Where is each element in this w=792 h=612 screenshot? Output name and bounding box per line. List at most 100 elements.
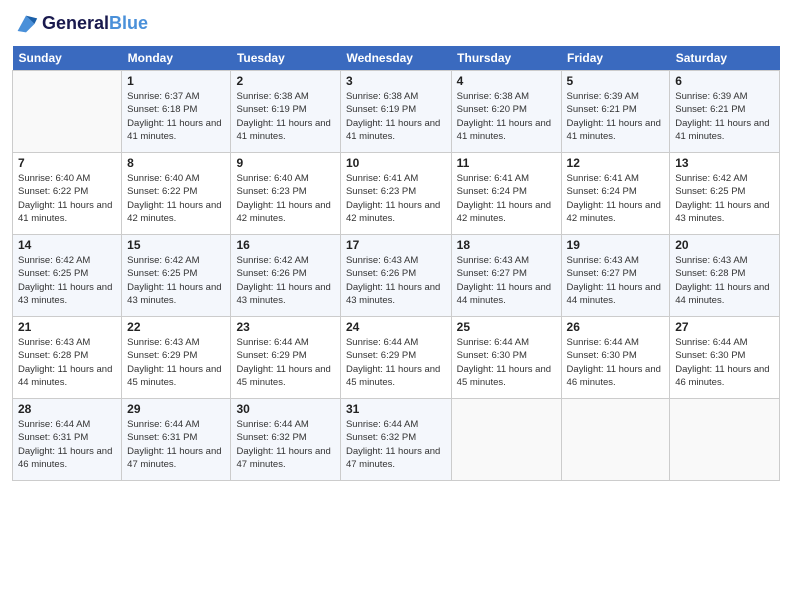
day-number: 5 bbox=[567, 74, 665, 88]
day-info: Sunrise: 6:44 AMSunset: 6:30 PMDaylight:… bbox=[457, 336, 556, 389]
day-info: Sunrise: 6:44 AMSunset: 6:32 PMDaylight:… bbox=[236, 418, 334, 471]
calendar-cell: 19 Sunrise: 6:43 AMSunset: 6:27 PMDayligh… bbox=[561, 235, 670, 317]
calendar-cell: 4 Sunrise: 6:38 AMSunset: 6:20 PMDaylight… bbox=[451, 71, 561, 153]
day-header-saturday: Saturday bbox=[670, 46, 780, 71]
day-info: Sunrise: 6:38 AMSunset: 6:19 PMDaylight:… bbox=[236, 90, 334, 143]
calendar-cell: 2 Sunrise: 6:38 AMSunset: 6:19 PMDaylight… bbox=[231, 71, 340, 153]
calendar-cell: 24 Sunrise: 6:44 AMSunset: 6:29 PMDayligh… bbox=[340, 317, 451, 399]
calendar-cell: 12 Sunrise: 6:41 AMSunset: 6:24 PMDayligh… bbox=[561, 153, 670, 235]
week-row-1: 1 Sunrise: 6:37 AMSunset: 6:18 PMDaylight… bbox=[13, 71, 780, 153]
day-number: 4 bbox=[457, 74, 556, 88]
day-info: Sunrise: 6:43 AMSunset: 6:26 PMDaylight:… bbox=[346, 254, 446, 307]
calendar-cell bbox=[451, 399, 561, 481]
logo: GeneralBlue bbox=[12, 10, 148, 38]
day-number: 16 bbox=[236, 238, 334, 252]
calendar-cell: 1 Sunrise: 6:37 AMSunset: 6:18 PMDaylight… bbox=[122, 71, 231, 153]
day-number: 22 bbox=[127, 320, 225, 334]
day-number: 2 bbox=[236, 74, 334, 88]
day-info: Sunrise: 6:38 AMSunset: 6:20 PMDaylight:… bbox=[457, 90, 556, 143]
calendar-cell: 11 Sunrise: 6:41 AMSunset: 6:24 PMDayligh… bbox=[451, 153, 561, 235]
day-info: Sunrise: 6:43 AMSunset: 6:29 PMDaylight:… bbox=[127, 336, 225, 389]
day-info: Sunrise: 6:44 AMSunset: 6:29 PMDaylight:… bbox=[346, 336, 446, 389]
calendar-cell: 28Sunrise: 6:44 AMSunset: 6:31 PMDayligh… bbox=[13, 399, 122, 481]
day-info: Sunrise: 6:44 AMSunset: 6:29 PMDaylight:… bbox=[236, 336, 334, 389]
day-number: 9 bbox=[236, 156, 334, 170]
day-info: Sunrise: 6:40 AMSunset: 6:22 PMDaylight:… bbox=[18, 172, 116, 225]
calendar-cell bbox=[670, 399, 780, 481]
day-info: Sunrise: 6:42 AMSunset: 6:25 PMDaylight:… bbox=[18, 254, 116, 307]
week-row-4: 21 Sunrise: 6:43 AMSunset: 6:28 PMDayligh… bbox=[13, 317, 780, 399]
day-number: 17 bbox=[346, 238, 446, 252]
calendar-cell: 21 Sunrise: 6:43 AMSunset: 6:28 PMDayligh… bbox=[13, 317, 122, 399]
day-info: Sunrise: 6:44 AMSunset: 6:31 PMDaylight:… bbox=[127, 418, 225, 471]
day-info: Sunrise: 6:43 AMSunset: 6:28 PMDaylight:… bbox=[18, 336, 116, 389]
page-container: GeneralBlue SundayMondayTuesdayWednesday… bbox=[0, 0, 792, 491]
day-info: Sunrise: 6:44 AMSunset: 6:30 PMDaylight:… bbox=[675, 336, 774, 389]
day-info: Sunrise: 6:41 AMSunset: 6:23 PMDaylight:… bbox=[346, 172, 446, 225]
day-info: Sunrise: 6:42 AMSunset: 6:25 PMDaylight:… bbox=[675, 172, 774, 225]
day-number: 10 bbox=[346, 156, 446, 170]
day-header-tuesday: Tuesday bbox=[231, 46, 340, 71]
day-info: Sunrise: 6:39 AMSunset: 6:21 PMDaylight:… bbox=[675, 90, 774, 143]
week-row-3: 14 Sunrise: 6:42 AMSunset: 6:25 PMDayligh… bbox=[13, 235, 780, 317]
day-info: Sunrise: 6:41 AMSunset: 6:24 PMDaylight:… bbox=[567, 172, 665, 225]
day-info: Sunrise: 6:43 AMSunset: 6:27 PMDaylight:… bbox=[457, 254, 556, 307]
calendar-cell: 30 Sunrise: 6:44 AMSunset: 6:32 PMDayligh… bbox=[231, 399, 340, 481]
day-number: 19 bbox=[567, 238, 665, 252]
day-number: 26 bbox=[567, 320, 665, 334]
day-number: 20 bbox=[675, 238, 774, 252]
calendar-cell: 20 Sunrise: 6:43 AMSunset: 6:28 PMDayligh… bbox=[670, 235, 780, 317]
day-info: Sunrise: 6:44 AMSunset: 6:32 PMDaylight:… bbox=[346, 418, 446, 471]
day-header-friday: Friday bbox=[561, 46, 670, 71]
day-number: 13 bbox=[675, 156, 774, 170]
week-row-2: 7Sunrise: 6:40 AMSunset: 6:22 PMDaylight… bbox=[13, 153, 780, 235]
logo-text: GeneralBlue bbox=[42, 14, 148, 34]
calendar-cell: 10 Sunrise: 6:41 AMSunset: 6:23 PMDayligh… bbox=[340, 153, 451, 235]
calendar-cell: 3Sunrise: 6:38 AMSunset: 6:19 PMDaylight… bbox=[340, 71, 451, 153]
day-number: 18 bbox=[457, 238, 556, 252]
day-number: 14 bbox=[18, 238, 116, 252]
day-header-monday: Monday bbox=[122, 46, 231, 71]
week-row-5: 28 Sunrise: 6:44 AMSunset: 6:31 PMDayligh… bbox=[13, 399, 780, 481]
day-number: 15 bbox=[127, 238, 225, 252]
day-number: 1 bbox=[127, 74, 225, 88]
calendar-cell: 27 Sunrise: 6:44 AMSunset: 6:30 PMDayligh… bbox=[670, 317, 780, 399]
calendar-cell: 13 Sunrise: 6:42 AMSunset: 6:25 PMDayligh… bbox=[670, 153, 780, 235]
day-info: Sunrise: 6:37 AMSunset: 6:18 PMDaylight:… bbox=[127, 90, 225, 143]
day-number: 30 bbox=[236, 402, 334, 416]
calendar-cell bbox=[13, 71, 122, 153]
page-header: GeneralBlue bbox=[12, 10, 780, 38]
calendar-cell: 17 Sunrise: 6:43 AMSunset: 6:26 PMDayligh… bbox=[340, 235, 451, 317]
logo-icon bbox=[12, 10, 40, 38]
calendar-cell: 29Sunrise: 6:44 AMSunset: 6:31 PMDayligh… bbox=[122, 399, 231, 481]
day-info: Sunrise: 6:43 AMSunset: 6:27 PMDaylight:… bbox=[567, 254, 665, 307]
calendar-cell: 15 Sunrise: 6:42 AMSunset: 6:25 PMDayligh… bbox=[122, 235, 231, 317]
day-info: Sunrise: 6:43 AMSunset: 6:28 PMDaylight:… bbox=[675, 254, 774, 307]
day-number: 24 bbox=[346, 320, 446, 334]
calendar-cell bbox=[561, 399, 670, 481]
calendar-cell: 25 Sunrise: 6:44 AMSunset: 6:30 PMDayligh… bbox=[451, 317, 561, 399]
calendar-cell: 16 Sunrise: 6:42 AMSunset: 6:26 PMDayligh… bbox=[231, 235, 340, 317]
day-info: Sunrise: 6:42 AMSunset: 6:26 PMDaylight:… bbox=[236, 254, 334, 307]
day-number: 21 bbox=[18, 320, 116, 334]
day-header-thursday: Thursday bbox=[451, 46, 561, 71]
day-header-sunday: Sunday bbox=[13, 46, 122, 71]
header-row: SundayMondayTuesdayWednesdayThursdayFrid… bbox=[13, 46, 780, 71]
calendar-cell: 18 Sunrise: 6:43 AMSunset: 6:27 PMDayligh… bbox=[451, 235, 561, 317]
day-number: 11 bbox=[457, 156, 556, 170]
day-number: 23 bbox=[236, 320, 334, 334]
day-info: Sunrise: 6:38 AMSunset: 6:19 PMDaylight:… bbox=[346, 90, 446, 143]
calendar-cell: 14 Sunrise: 6:42 AMSunset: 6:25 PMDayligh… bbox=[13, 235, 122, 317]
calendar-table: SundayMondayTuesdayWednesdayThursdayFrid… bbox=[12, 46, 780, 481]
day-info: Sunrise: 6:41 AMSunset: 6:24 PMDaylight:… bbox=[457, 172, 556, 225]
day-number: 28 bbox=[18, 402, 116, 416]
calendar-cell: 31Sunrise: 6:44 AMSunset: 6:32 PMDayligh… bbox=[340, 399, 451, 481]
day-info: Sunrise: 6:42 AMSunset: 6:25 PMDaylight:… bbox=[127, 254, 225, 307]
day-info: Sunrise: 6:40 AMSunset: 6:22 PMDaylight:… bbox=[127, 172, 225, 225]
day-number: 27 bbox=[675, 320, 774, 334]
day-header-wednesday: Wednesday bbox=[340, 46, 451, 71]
day-number: 12 bbox=[567, 156, 665, 170]
day-number: 25 bbox=[457, 320, 556, 334]
calendar-cell: 5Sunrise: 6:39 AMSunset: 6:21 PMDaylight… bbox=[561, 71, 670, 153]
calendar-cell: 7Sunrise: 6:40 AMSunset: 6:22 PMDaylight… bbox=[13, 153, 122, 235]
